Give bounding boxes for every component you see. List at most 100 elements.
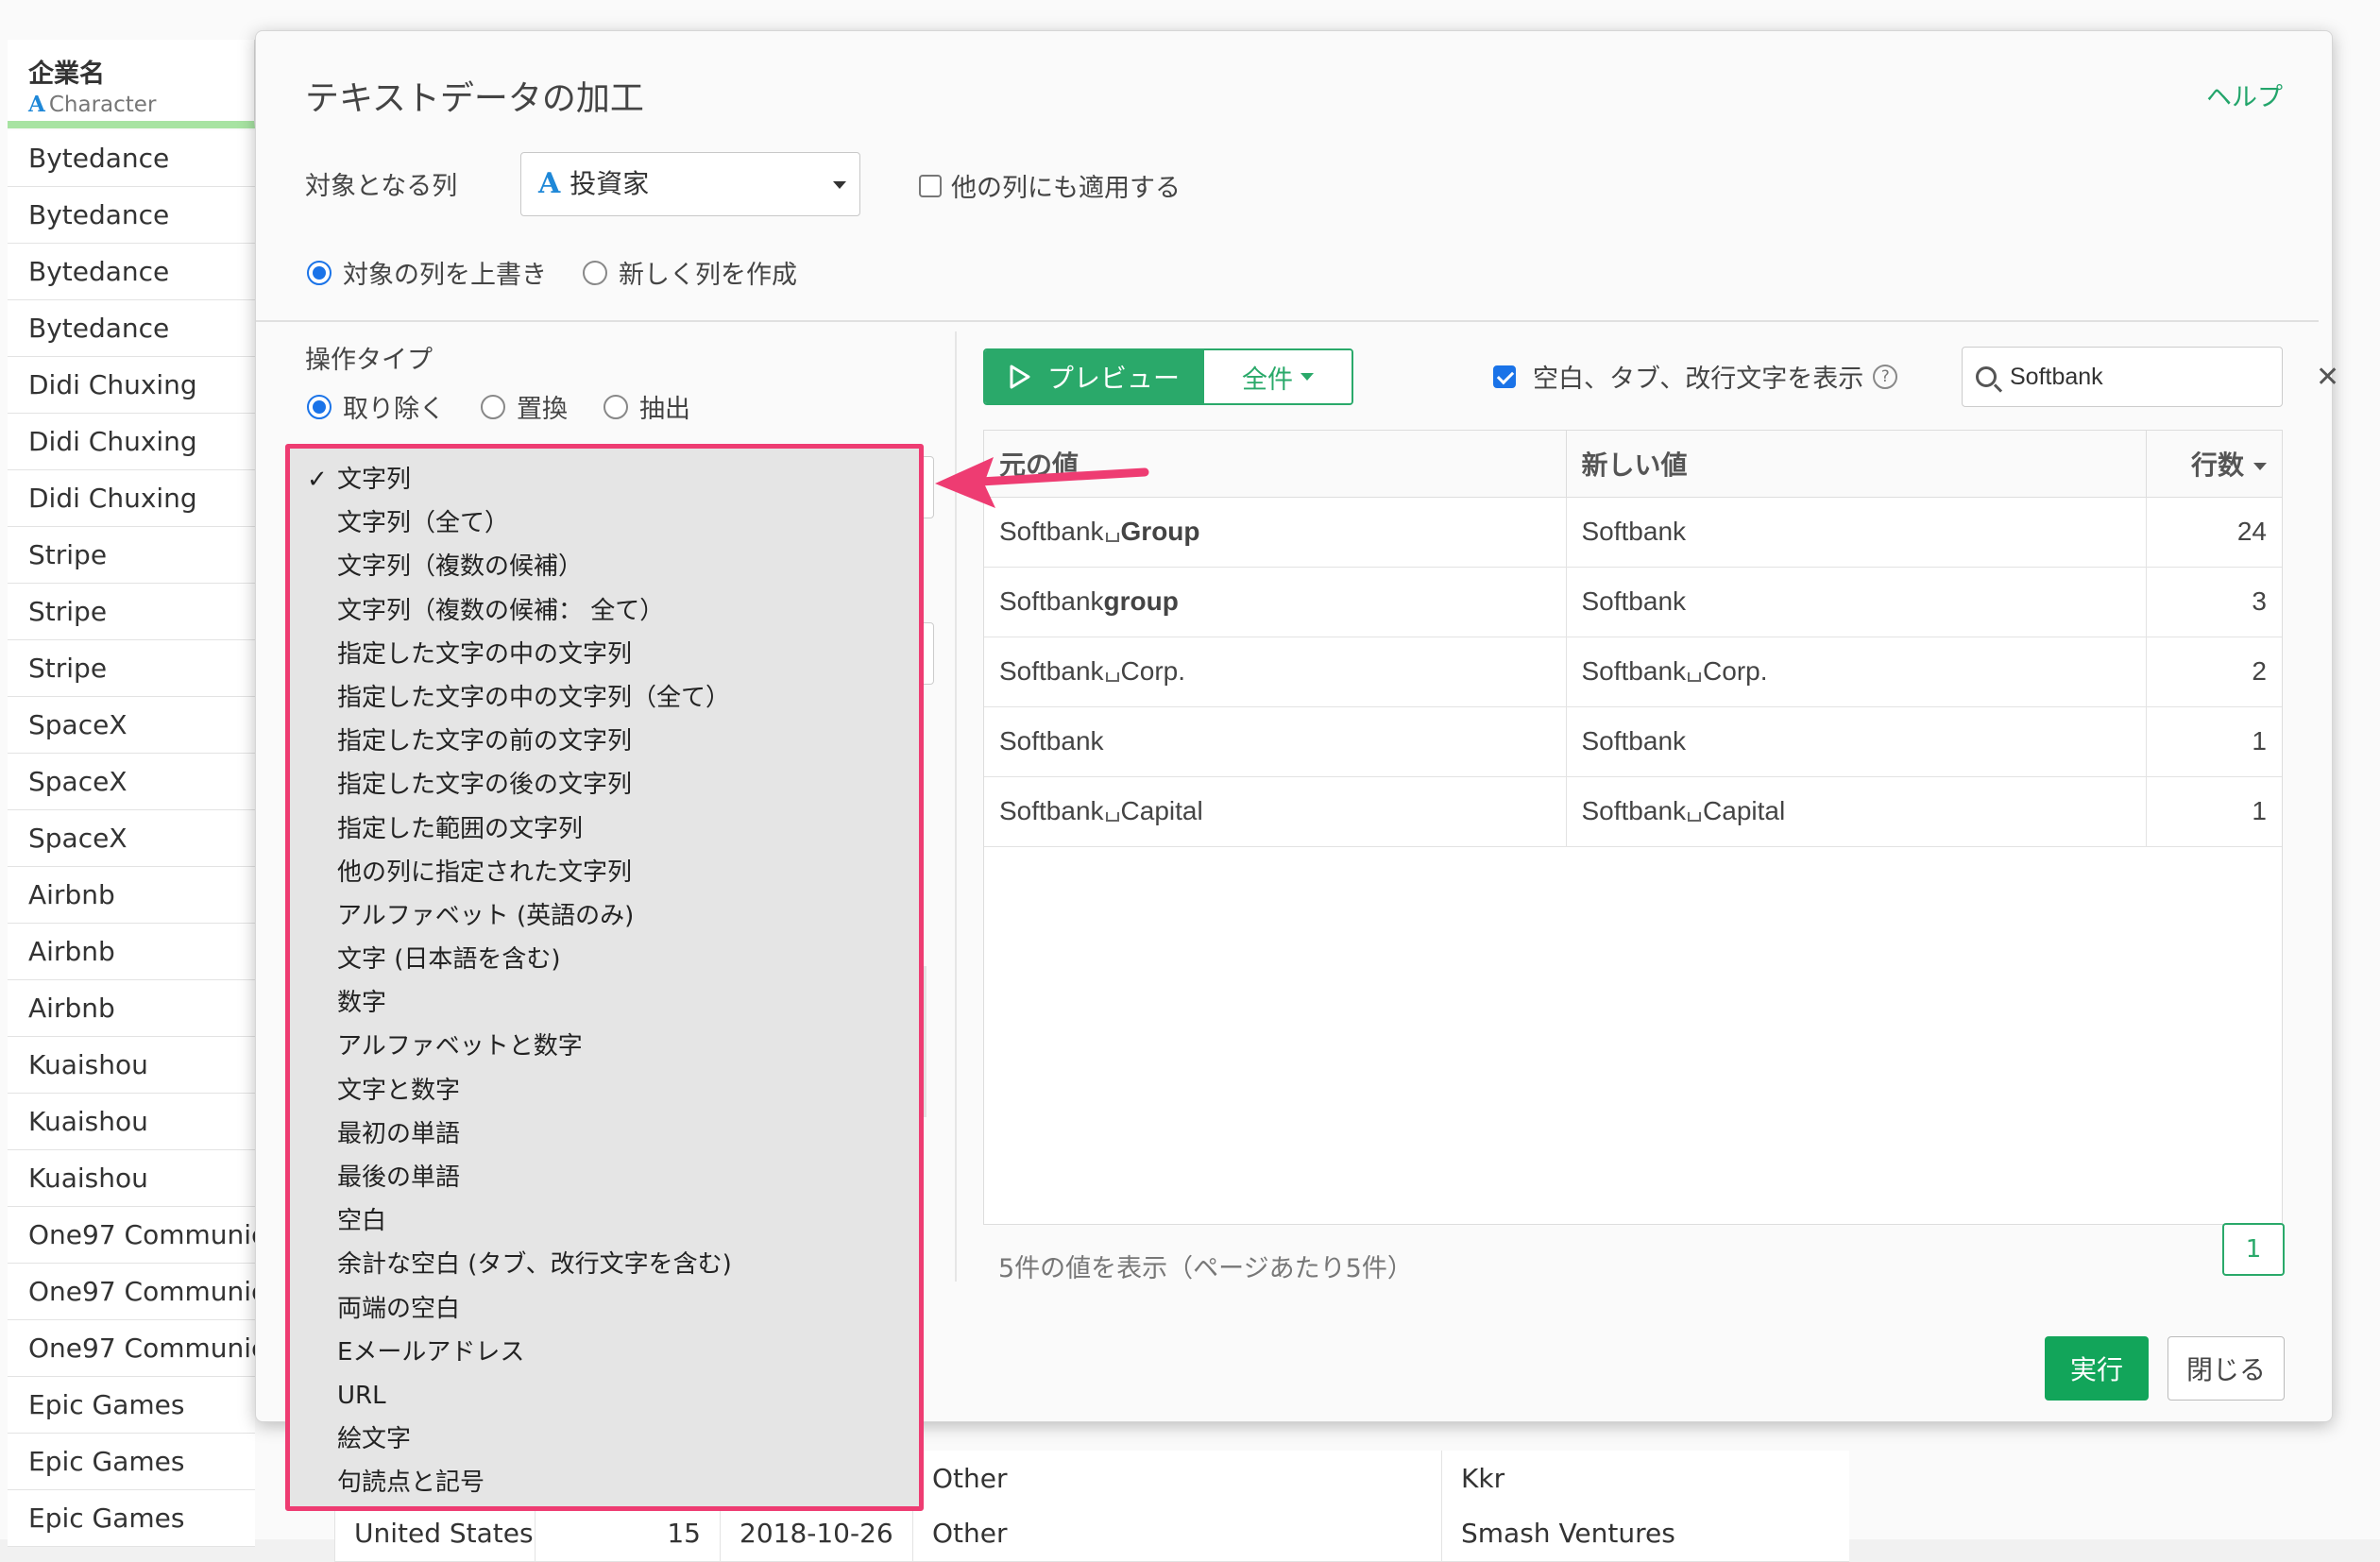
- radio-icon[interactable]: [481, 394, 505, 419]
- space-marker-icon: [1688, 672, 1702, 682]
- radio-selected-icon[interactable]: [307, 394, 332, 419]
- op-extract-radio[interactable]: 抽出: [604, 388, 690, 425]
- table-row: Stripe: [8, 584, 255, 640]
- dropdown-option[interactable]: 文字と数字: [290, 1069, 919, 1112]
- search-input[interactable]: [2008, 362, 2316, 392]
- table-row: Didi Chuxing: [8, 414, 255, 470]
- target-column-value: 投資家: [570, 168, 650, 199]
- dropdown-option[interactable]: 文字列（複数の候補： 全て）: [290, 589, 919, 633]
- row-count-cell: 3: [2146, 567, 2282, 637]
- dropdown-option[interactable]: 文字 (日本語を含む): [290, 938, 919, 981]
- company-rows: Bytedance Bytedance Bytedance Bytedance Didi…: [8, 130, 255, 1547]
- new-value-cell: Softbank Corp.: [1566, 637, 2147, 707]
- column-header[interactable]: 企業名 A Character: [8, 40, 255, 128]
- dropdown-option[interactable]: 文字列（全て）: [290, 501, 919, 545]
- original-value-cell: Softbank Capital: [984, 776, 1567, 847]
- dropdown-option[interactable]: 指定した文字の後の文字列: [290, 763, 919, 806]
- table-row: Airbnb: [8, 924, 255, 980]
- table-row: Softbank Capital Softbank Capital 1: [984, 776, 2282, 847]
- dropdown-option[interactable]: 文字列（複数の候補）: [290, 545, 919, 588]
- op-replace-radio[interactable]: 置換: [481, 388, 568, 425]
- table-cell-category: Other: [912, 1451, 1441, 1507]
- dropdown-option[interactable]: 指定した文字の前の文字列: [290, 720, 919, 763]
- preview-button[interactable]: プレビュー: [985, 350, 1204, 403]
- show-whitespace-checkbox[interactable]: 空白、タブ、改行文字を表示 ?: [1493, 358, 1898, 395]
- page-button[interactable]: 1: [2222, 1223, 2285, 1276]
- chevron-down-icon: [833, 181, 846, 189]
- table-cell-investor: Kkr: [1441, 1451, 1849, 1507]
- dropdown-option[interactable]: 最後の単語: [290, 1156, 919, 1199]
- chevron-down-icon: [1300, 373, 1314, 381]
- table-row: One97 Communica: [8, 1320, 255, 1377]
- target-column-label: 対象となる列: [305, 172, 458, 201]
- space-marker-icon: [1105, 812, 1119, 822]
- search-icon: [1976, 366, 1997, 387]
- dropdown-option[interactable]: 文字列: [290, 458, 919, 501]
- dropdown-option[interactable]: 他の列に指定された文字列: [290, 851, 919, 894]
- new-value-cell: Softbank Capital: [1566, 776, 2147, 847]
- divider: [256, 320, 2319, 322]
- dropdown-option[interactable]: 絵文字: [290, 1418, 919, 1461]
- dropdown-option[interactable]: 数字: [290, 981, 919, 1025]
- dropdown-option[interactable]: 余計な空白 (タブ、改行文字を含む): [290, 1243, 919, 1286]
- checkbox-checked-icon[interactable]: [1493, 365, 1516, 388]
- radio-selected-icon[interactable]: [307, 260, 332, 285]
- table-row: SpaceX: [8, 754, 255, 810]
- row-count-cell: 2: [2146, 637, 2282, 707]
- annotation-arrow-icon: [935, 457, 1149, 508]
- table-row: Softbankgroup Softbank 3: [984, 567, 2282, 637]
- character-type-icon: A: [28, 92, 45, 117]
- header-new-value[interactable]: 新しい値: [1566, 431, 2147, 498]
- table-cell-number: 15: [535, 1505, 720, 1562]
- table-cell-category: Other: [912, 1505, 1441, 1562]
- dropdown-option[interactable]: アルファベット (英語のみ): [290, 894, 919, 938]
- column-type: A Character: [28, 92, 157, 117]
- row-count-cell: 1: [2146, 706, 2282, 777]
- table-row: Bytedance: [8, 130, 255, 187]
- row-count-cell: 1: [2146, 776, 2282, 847]
- dropdown-option[interactable]: Eメールアドレス: [290, 1331, 919, 1374]
- apply-other-columns-checkbox[interactable]: 他の列にも適用する: [919, 167, 1181, 204]
- radio-icon[interactable]: [604, 394, 628, 419]
- dropdown-option[interactable]: 指定した文字の中の文字列: [290, 633, 919, 676]
- original-value-cell: Softbankgroup: [984, 567, 1567, 637]
- all-rows-dropdown[interactable]: 全件: [1204, 350, 1352, 403]
- space-marker-icon: [1688, 812, 1702, 822]
- dropdown-option[interactable]: 句読点と記号: [290, 1461, 919, 1504]
- checkbox-icon[interactable]: [919, 174, 942, 197]
- table-row: Softbank Softbank 1: [984, 706, 2282, 777]
- help-link[interactable]: ヘルプ: [2206, 76, 2283, 113]
- table-row: Softbank Group Softbank 24: [984, 497, 2282, 568]
- table-row: One97 Communica: [8, 1207, 255, 1264]
- op-remove-radio[interactable]: 取り除く: [307, 388, 445, 425]
- table-row: Bytedance: [8, 300, 255, 357]
- table-row: Stripe: [8, 640, 255, 697]
- dropdown-option[interactable]: 両端の空白: [290, 1287, 919, 1331]
- table-row: Didi Chuxing: [8, 470, 255, 527]
- dropdown-option[interactable]: 指定した範囲の文字列: [290, 807, 919, 851]
- table-row: Stripe: [8, 527, 255, 584]
- run-button[interactable]: 実行: [2045, 1336, 2149, 1401]
- table-row: One97 Communica: [8, 1264, 255, 1320]
- radio-icon[interactable]: [583, 260, 607, 285]
- dropdown-option[interactable]: アルファベットと数字: [290, 1025, 919, 1068]
- space-marker-icon: [1105, 533, 1119, 542]
- dropdown-option[interactable]: 最初の単語: [290, 1112, 919, 1156]
- header-row-count[interactable]: 行数: [2146, 431, 2282, 498]
- new-value-cell: Softbank: [1566, 497, 2147, 568]
- overwrite-column-radio[interactable]: 対象の列を上書き: [307, 254, 547, 291]
- column-name: 企業名: [28, 59, 105, 89]
- dropdown-option[interactable]: URL: [290, 1374, 919, 1418]
- dropdown-option[interactable]: 指定した文字の中の文字列（全て）: [290, 676, 919, 720]
- close-icon[interactable]: ✕: [2316, 361, 2339, 394]
- help-icon[interactable]: ?: [1873, 364, 1898, 389]
- table-row: Softbank Corp. Softbank Corp. 2: [984, 637, 2282, 707]
- table-row: SpaceX: [8, 697, 255, 754]
- close-button[interactable]: 閉じる: [2168, 1336, 2285, 1401]
- new-column-radio[interactable]: 新しく列を作成: [583, 254, 797, 291]
- dropdown-option[interactable]: 空白: [290, 1199, 919, 1243]
- target-column-select[interactable]: A 投資家: [520, 152, 860, 216]
- table-row: Airbnb: [8, 980, 255, 1037]
- play-icon: [1010, 365, 1030, 389]
- space-marker-icon: [1105, 672, 1119, 682]
